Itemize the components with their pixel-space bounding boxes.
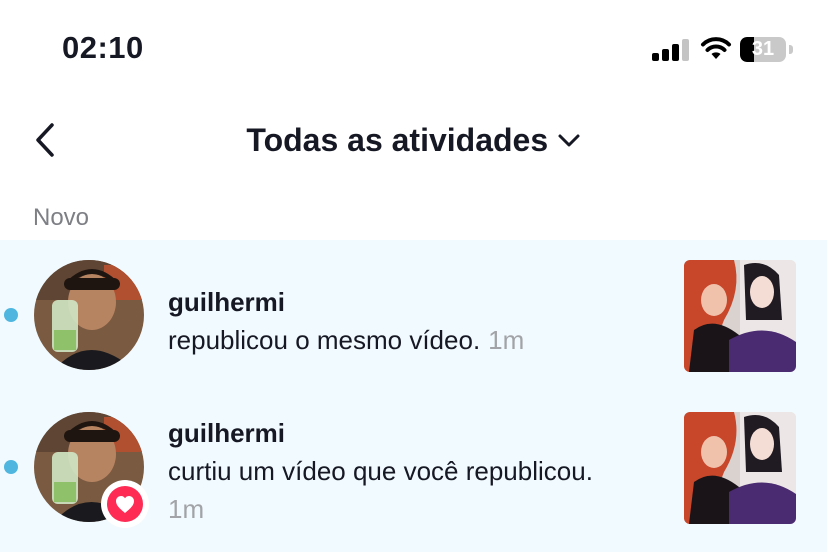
avatar[interactable] <box>34 260 144 370</box>
signal-icon <box>652 39 690 61</box>
activity-filter-dropdown[interactable]: Todas as atividades <box>0 122 827 159</box>
notification-action: republicou o mesmo vídeo. <box>168 325 481 355</box>
notification-row[interactable]: guilhermi curtiu um vídeo que você repub… <box>0 390 827 552</box>
video-thumbnail[interactable] <box>684 260 796 372</box>
unread-dot <box>4 460 18 474</box>
notification-row[interactable]: guilhermi republicou o mesmo vídeo. 1m <box>0 240 827 390</box>
wifi-icon <box>701 37 731 59</box>
status-bar: 02:10 31 <box>0 0 827 100</box>
chevron-down-icon <box>558 134 580 146</box>
notification-username[interactable]: guilhermi <box>168 287 285 318</box>
battery-level: 31 <box>751 38 775 60</box>
section-label-new: Novo <box>33 204 90 231</box>
notification-action: curtiu um vídeo que você republicou. <box>168 456 593 486</box>
like-badge <box>101 480 149 528</box>
battery-tip <box>789 45 793 54</box>
notification-username[interactable]: guilhermi <box>168 418 285 449</box>
header: Todas as atividades <box>0 110 827 170</box>
page-title: Todas as atividades <box>246 122 549 158</box>
video-thumbnail[interactable] <box>684 412 796 524</box>
battery-icon: 31 <box>740 37 786 62</box>
unread-dot <box>4 308 18 322</box>
status-time: 02:10 <box>62 30 144 65</box>
notification-text: republicou o mesmo vídeo. 1m <box>168 325 524 356</box>
heart-badge-bg <box>107 486 143 522</box>
notification-time: 1m <box>168 494 205 524</box>
notification-time: 1m <box>488 325 525 355</box>
heart-icon <box>116 496 134 513</box>
